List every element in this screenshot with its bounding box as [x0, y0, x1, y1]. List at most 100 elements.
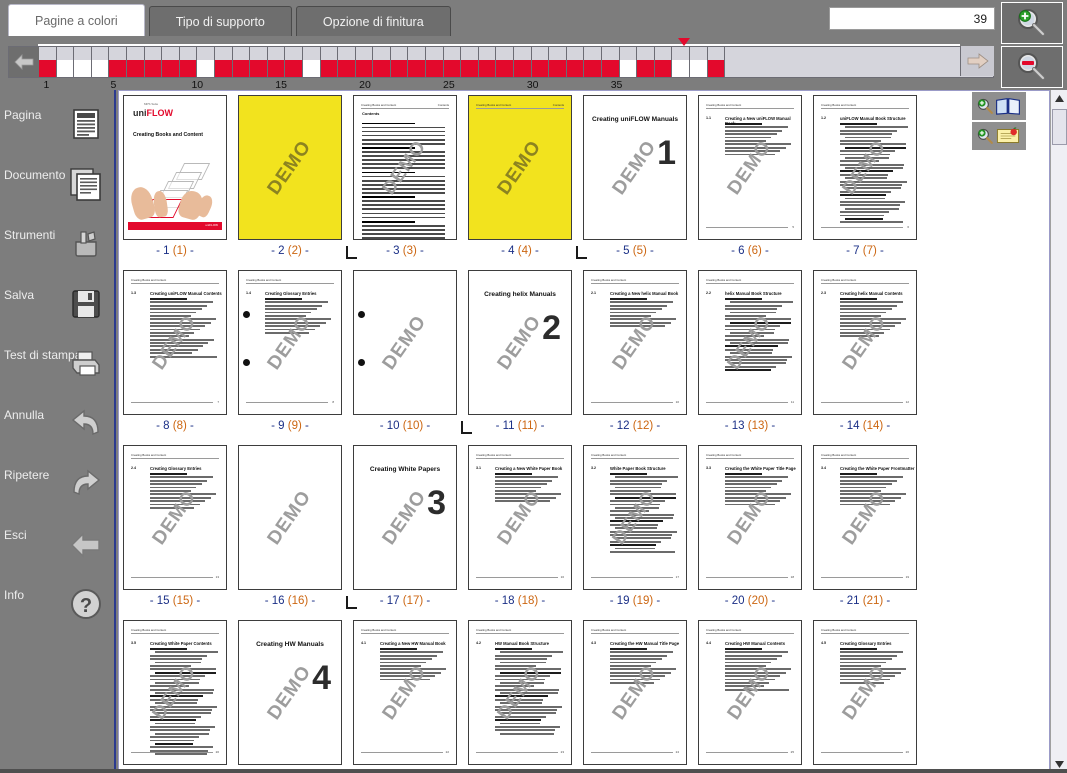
page-thumbnail-26[interactable]: Creating Books and Content 4.3 Creating th… [583, 620, 687, 772]
ruler-cell-2[interactable] [56, 47, 75, 77]
ruler-cell-14[interactable] [267, 47, 286, 77]
page-thumbnail-7[interactable]: Creating Books and Content 1.2 uniFLOW Man… [813, 95, 917, 257]
vertical-scrollbar[interactable] [1050, 90, 1067, 773]
ruler-cell-35[interactable] [637, 47, 655, 77]
ruler-cell-13[interactable] [250, 47, 268, 77]
sidebar-item-esci[interactable]: Esci [0, 520, 116, 580]
page-image[interactable]: Creating Books and Content 2.3 Creating he… [813, 270, 917, 415]
ruler-cell-18[interactable] [338, 47, 356, 77]
ruler-cell-30[interactable] [549, 47, 567, 77]
page-image[interactable]: Creating Books and Content 1.1 Creating a … [698, 95, 802, 240]
ruler-cell-8[interactable] [162, 47, 180, 77]
ruler-cell-32[interactable] [584, 47, 602, 77]
page-thumbnail-21[interactable]: Creating Books and Content 3.4 Creating th… [813, 445, 917, 607]
page-image[interactable]: Creating Books and Content 3.5 Creating Wh… [123, 620, 227, 765]
ruler-cell-4[interactable] [91, 47, 110, 77]
ruler-cell-34[interactable] [619, 47, 638, 77]
page-thumbnail-16[interactable]: DEMO - 16 (16) - [238, 445, 342, 607]
ruler-cell-21[interactable] [390, 47, 409, 77]
ruler-cell-9[interactable] [179, 47, 198, 77]
sidebar-item-strumenti[interactable]: Strumenti [0, 220, 116, 280]
page-thumbnail-3[interactable]: Creating Books and Content Contents Conten… [346, 95, 457, 259]
page-image[interactable]: Creating Books and Content 3.4 Creating th… [813, 445, 917, 590]
page-thumbnail-23[interactable]: Creating HW Manuals4DEMO- 23 (23) - [231, 620, 342, 772]
page-image[interactable]: Creating Books and Content 2.4 Creating Gl… [123, 445, 227, 590]
page-image[interactable]: Creating HW Manuals 4 DEMO [238, 620, 342, 765]
ruler-cell-11[interactable] [214, 47, 233, 77]
page-thumbnail-13[interactable]: Creating Books and Content 2.2 helix Manua… [698, 270, 802, 432]
ruler-cell-38[interactable] [689, 47, 708, 77]
page-image[interactable]: Creating Books and Content 3.1 Creating a … [468, 445, 572, 590]
page-thumbnail-1[interactable]: MPS Suite uniFLOW Creating Books and Conte… [123, 95, 227, 257]
page-image[interactable]: Creating helix Manuals 2 DEMO [468, 270, 572, 415]
page-thumbnail-12[interactable]: Creating Books and Content 2.1 Creating a … [583, 270, 687, 432]
ruler-cell-7[interactable] [144, 47, 163, 77]
page-thumbnail-27[interactable]: Creating Books and Content 4.4 Creating HW… [698, 620, 802, 772]
page-image[interactable]: DEMO [353, 270, 457, 415]
page-thumbnail-17[interactable]: Creating White Papers 3 DEMO - 17 (17) - [346, 445, 457, 609]
zoom-book-view-button[interactable] [971, 91, 1027, 121]
page-thumbnail-10[interactable]: DEMO - 10 (10) - [353, 270, 457, 432]
page-thumbnail-9[interactable]: Creating Books and Content 1.4 Creating Gl… [238, 270, 342, 432]
page-image[interactable]: Creating Books and Content 1.2 uniFLOW Man… [813, 95, 917, 240]
page-thumbnail-4[interactable]: Creating Books and Content Contents DEMO - … [468, 95, 572, 257]
page-thumbnail-11[interactable]: Creating helix Manuals 2 DEMO - 11 (11) - [461, 270, 572, 434]
page-thumbnail-24[interactable]: Creating Books and Content 4.1 Creating a … [353, 620, 457, 772]
tab-tipo-di-supporto[interactable]: Tipo di supporto [148, 6, 292, 36]
page-thumbnail-20[interactable]: Creating Books and Content 3.3 Creating th… [698, 445, 802, 607]
page-image[interactable]: Creating White Papers 3 DEMO [353, 445, 457, 590]
sidebar-item-info[interactable]: Info? [0, 580, 116, 640]
ruler-cell-26[interactable] [478, 47, 497, 77]
ruler-cell-5[interactable] [109, 47, 127, 77]
page-thumbnail-8[interactable]: Creating Books and Content 1.3 Creating un… [123, 270, 227, 432]
page-thumbnail-5[interactable]: Creating uniFLOW Manuals 1 DEMO - 5 (5) - [576, 95, 687, 259]
page-image[interactable]: Creating Books and Content 1.3 Creating un… [123, 270, 227, 415]
tab-pagine-a-colori[interactable]: Pagine a colori [8, 4, 145, 36]
zoom-note-view-button[interactable] [971, 121, 1027, 151]
ruler-cell-37[interactable] [672, 47, 690, 77]
page-image[interactable]: Creating Books and Content 4.3 Creating th… [583, 620, 687, 765]
ruler-cell-27[interactable] [496, 47, 515, 77]
ruler-cell-16[interactable] [302, 47, 321, 77]
page-image[interactable]: Creating Books and Content 4.4 Creating HW… [698, 620, 802, 765]
ruler-cell-20[interactable] [373, 47, 391, 77]
ruler-cell-25[interactable] [461, 47, 479, 77]
ruler-cell-33[interactable] [602, 47, 620, 77]
page-image[interactable]: Creating Books and Content 4.5 Creating Gl… [813, 620, 917, 765]
ruler-cell-36[interactable] [654, 47, 673, 77]
ruler-cell-15[interactable] [285, 47, 303, 77]
ruler-cell-3[interactable] [74, 47, 92, 77]
page-image[interactable]: Creating Books and Content Contents Conten… [353, 95, 457, 240]
page-thumbnail-15[interactable]: Creating Books and Content 2.4 Creating Gl… [123, 445, 227, 607]
page-image[interactable]: Creating Books and Content 1.4 Creating Gl… [238, 270, 342, 415]
ruler-cell-10[interactable] [197, 47, 215, 77]
ruler-back-button[interactable] [9, 47, 39, 77]
ruler-cell-17[interactable] [320, 47, 339, 77]
ruler-cells[interactable] [39, 47, 994, 77]
zoom-out-button[interactable] [1001, 46, 1063, 88]
page-image[interactable]: Creating Books and Content 2.2 helix Manua… [698, 270, 802, 415]
page-thumbnail-18[interactable]: Creating Books and Content 3.1 Creating a … [468, 445, 572, 607]
sidebar-item-ripetere[interactable]: Ripetere [0, 460, 116, 520]
tab-opzione-di-finitura[interactable]: Opzione di finitura [295, 6, 451, 36]
page-count-field[interactable]: 39 [829, 7, 995, 30]
page-image[interactable]: Creating Books and Content 4.1 Creating a … [353, 620, 457, 765]
ruler-cell-12[interactable] [232, 47, 251, 77]
page-thumbnail-28[interactable]: Creating Books and Content 4.5 Creating Gl… [813, 620, 917, 772]
page-thumbnail-19[interactable]: Creating Books and Content 3.2 White Paper… [583, 445, 687, 607]
ruler-cell-28[interactable] [514, 47, 532, 77]
ruler-forward-button[interactable] [960, 46, 994, 76]
page-thumbnail-22[interactable]: Creating Books and Content 3.5 Creating Wh… [123, 620, 227, 772]
page-image[interactable]: Creating Books and Content Contents DEMO [468, 95, 572, 240]
ruler-cell-31[interactable] [566, 47, 585, 77]
page-thumbnail-6[interactable]: Creating Books and Content 1.1 Creating a … [698, 95, 802, 257]
sidebar-item-documento[interactable]: Documento [0, 160, 116, 220]
ruler-cell-19[interactable] [355, 47, 374, 77]
page-thumbnail-14[interactable]: Creating Books and Content 2.3 Creating he… [813, 270, 917, 432]
page-image[interactable]: DEMO [238, 445, 342, 590]
ruler-cell-1[interactable] [39, 47, 57, 77]
sidebar-item-salva[interactable]: Salva [0, 280, 116, 340]
page-image[interactable]: Creating uniFLOW Manuals 1 DEMO [583, 95, 687, 240]
ruler-cell-6[interactable] [126, 47, 145, 77]
page-image[interactable]: Creating Books and Content 3.2 White Paper… [583, 445, 687, 590]
